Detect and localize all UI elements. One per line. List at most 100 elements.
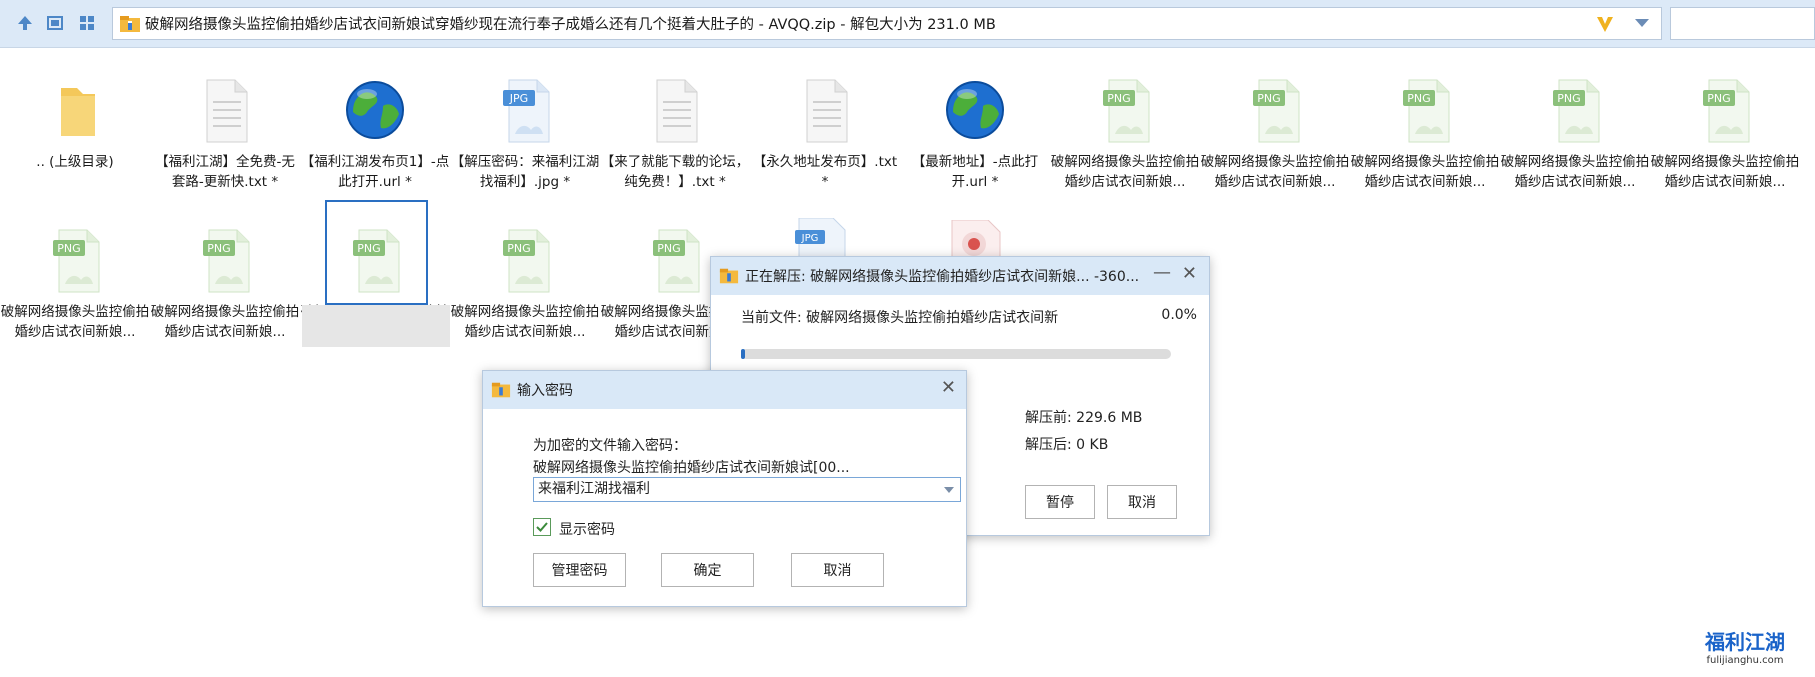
png-file-icon: PNG [1243, 72, 1307, 144]
selection-highlight [302, 305, 450, 347]
file-label: 破解网络摄像头监控偷拍婚纱店试衣间新娘... [150, 304, 300, 340]
file-item[interactable]: JPG 【解压密码：来福利江湖找福利】.jpg * [450, 56, 600, 190]
checkmark-icon [536, 522, 548, 532]
show-password-label: 显示密码 [559, 522, 615, 538]
file-label: 【福利江湖】全免费-无套路-更新快.txt * [155, 154, 295, 190]
file-item[interactable]: 【来了就能下载的论坛，纯免费！】.txt * [600, 56, 750, 190]
svg-text:PNG: PNG [1707, 92, 1730, 105]
file-item[interactable]: PNG 破解网络摄像头监控偷拍婚纱店试衣间新娘... [150, 206, 300, 340]
svg-text:PNG: PNG [1257, 92, 1280, 105]
file-item[interactable]: 【永久地址发布页】.txt * [750, 56, 900, 190]
size-before-text: 解压前: 229.6 MB [1025, 410, 1143, 426]
png-file-icon: PNG [1543, 72, 1607, 144]
size-after-text: 解压后: 0 KB [1025, 437, 1109, 453]
file-item[interactable]: PNG 破解网络摄像头监控偷拍婚纱店试衣间新娘... [1050, 56, 1200, 190]
file-label: 【来了就能下载的论坛，纯免费！】.txt * [600, 154, 750, 190]
file-label: 破解网络摄像头监控偷拍婚纱店试衣间新娘... [1350, 154, 1500, 190]
png-file-icon: PNG [493, 222, 557, 294]
progress-percent: 0.0% [1161, 307, 1197, 323]
zip-archive-icon [491, 382, 511, 398]
file-item[interactable]: 【福利江湖】全免费-无套路-更新快.txt * [150, 56, 300, 190]
watermark-url: fulijianghu.com [1706, 655, 1784, 666]
file-item[interactable]: PNG 破解网络摄像头监控偷拍婚纱店试衣间新娘... [450, 206, 600, 340]
txt-file-icon [793, 72, 857, 144]
password-dialog-title: 输入密码 [517, 383, 573, 399]
watermark-brand: 福利江湖 [1705, 630, 1785, 654]
address-text: 破解网络摄像头监控偷拍婚纱店试衣间新娘试穿婚纱现在流行奉子成婚么还有几个挺着大肚… [145, 17, 996, 33]
png-file-icon: PNG [1693, 72, 1757, 144]
file-label: 破解网络摄像头监控偷拍婚纱店试衣间新娘... [1650, 154, 1800, 190]
password-input[interactable]: 来福利江湖找福利 [533, 477, 961, 502]
extract-cancel-button[interactable]: 取消 [1107, 485, 1177, 519]
url-globe-icon [343, 72, 407, 144]
svg-text:JPG: JPG [509, 92, 528, 105]
ok-button[interactable]: 确定 [661, 553, 754, 587]
password-dialog-titlebar[interactable]: 输入密码 [483, 371, 966, 409]
file-label: 破解网络摄像头监控偷拍婚纱店试衣间新娘... [0, 304, 150, 340]
file-item[interactable]: PNG 破解网络摄像头监控偷拍婚纱店试衣间新娘... [1650, 56, 1800, 190]
file-label: 【最新地址】-点此打开.url * [911, 154, 1039, 190]
file-label: .. (上级目录) [36, 154, 114, 170]
file-label: 【福利江湖发布页1】-点此打开.url * [300, 154, 450, 190]
jpg-file-icon[interactable]: JPG [795, 218, 847, 258]
minimize-icon[interactable]: — [1153, 263, 1171, 283]
file-label: 破解网络摄像头监控偷拍婚纱店试衣间新娘... [1200, 154, 1350, 190]
password-cancel-button[interactable]: 取消 [791, 553, 884, 587]
password-prompt: 为加密的文件输入密码： [533, 438, 687, 454]
svg-text:PNG: PNG [1557, 92, 1580, 105]
txt-file-icon [193, 72, 257, 144]
video-file-icon[interactable] [948, 220, 1004, 258]
file-item[interactable]: PNG 破解网络摄像头监控偷拍婚纱店试衣间新娘... [1200, 56, 1350, 190]
address-bar[interactable]: 破解网络摄像头监控偷拍婚纱店试衣间新娘试穿婚纱现在流行奉子成婚么还有几个挺着大肚… [112, 7, 1662, 40]
file-label: 【解压密码：来福利江湖找福利】.jpg * [450, 154, 600, 190]
site-watermark-logo: 福利江湖 fulijianghu.com [1680, 630, 1810, 675]
show-password-checkbox[interactable] [533, 518, 551, 536]
folder-icon [43, 72, 107, 144]
file-item[interactable]: 【最新地址】-点此打开.url * [900, 56, 1050, 190]
close-icon[interactable]: ✕ [941, 378, 956, 398]
progress-fill [741, 349, 746, 359]
chevron-down-icon[interactable] [944, 487, 954, 493]
password-dialog: 输入密码 ✕ 为加密的文件输入密码： 破解网络摄像头监控偷拍婚纱店试衣间新娘试[… [482, 370, 967, 607]
up-arrow-icon[interactable] [14, 12, 36, 34]
txt-file-icon [643, 72, 707, 144]
password-value: 来福利江湖找福利 [538, 481, 650, 497]
file-item[interactable]: .. (上级目录) [0, 56, 150, 188]
svg-text:PNG: PNG [207, 242, 230, 255]
svg-text:PNG: PNG [507, 242, 530, 255]
svg-text:PNG: PNG [57, 242, 80, 255]
svg-text:PNG: PNG [657, 242, 680, 255]
svg-text:PNG: PNG [1407, 92, 1430, 105]
file-item[interactable]: PNG 破解网络摄像头监控偷拍婚纱店试衣间新娘... [1500, 56, 1650, 190]
file-label: 破解网络摄像头监控偷拍婚纱店试衣间新娘... [1050, 154, 1200, 190]
svg-text:JPG: JPG [801, 233, 819, 244]
encrypted-filename: 破解网络摄像头监控偷拍婚纱店试衣间新娘试[00... [533, 460, 850, 476]
current-file-text: 当前文件: 破解网络摄像头监控偷拍婚纱店试衣间新 [741, 310, 1059, 326]
search-input[interactable] [1670, 7, 1815, 40]
pause-button[interactable]: 暂停 [1025, 485, 1095, 519]
svg-text:PNG: PNG [1107, 92, 1130, 105]
png-file-icon: PNG [643, 222, 707, 294]
png-file-icon: PNG [1093, 72, 1157, 144]
selected-item-frame [325, 200, 428, 305]
file-item[interactable]: PNG 破解网络摄像头监控偷拍婚纱店试衣间新娘... [1350, 56, 1500, 190]
file-label: 破解网络摄像头监控偷拍婚纱店试衣间新娘... [450, 304, 600, 340]
chevron-down-icon[interactable] [1635, 19, 1649, 27]
details-view-icon[interactable] [44, 12, 66, 34]
zip-archive-icon [120, 15, 140, 32]
png-file-icon: PNG [1393, 72, 1457, 144]
file-label: 【永久地址发布页】.txt * [752, 154, 898, 190]
url-globe-icon [943, 72, 1007, 144]
zip-archive-icon [719, 268, 739, 284]
toolbar: 破解网络摄像头监控偷拍婚纱店试衣间新娘试穿婚纱现在流行奉子成婚么还有几个挺着大肚… [0, 0, 1815, 48]
bookmark-v-icon[interactable] [1595, 14, 1615, 34]
file-item[interactable]: PNG 破解网络摄像头监控偷拍婚纱店试衣间新娘... [0, 206, 150, 340]
manage-passwords-button[interactable]: 管理密码 [533, 553, 626, 587]
extract-dialog-titlebar[interactable]: 正在解压: 破解网络摄像头监控偷拍婚纱店试衣间新娘... -360... [711, 257, 1209, 295]
file-item[interactable]: 【福利江湖发布页1】-点此打开.url * [300, 56, 450, 190]
close-icon[interactable]: ✕ [1182, 264, 1197, 284]
png-file-icon: PNG [43, 222, 107, 294]
extract-dialog-title: 正在解压: 破解网络摄像头监控偷拍婚纱店试衣间新娘... -360... [745, 269, 1140, 285]
progress-bar [741, 349, 1171, 359]
thumbnail-view-icon[interactable] [76, 12, 98, 34]
